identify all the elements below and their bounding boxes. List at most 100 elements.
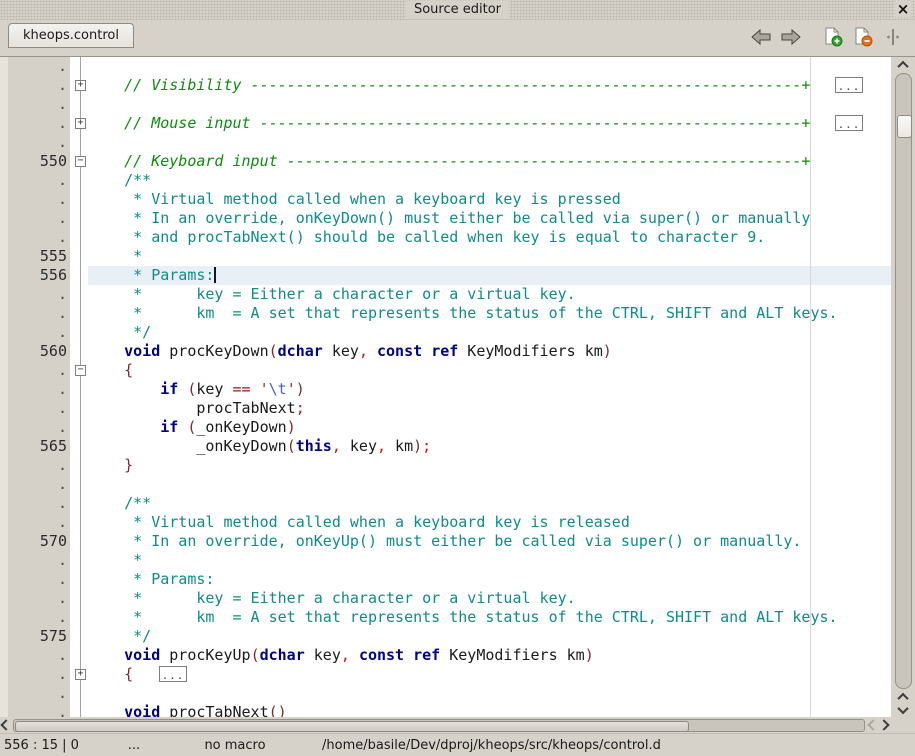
code-token: procTabNext	[88, 399, 296, 417]
scroll-right-button[interactable]	[878, 721, 889, 729]
vertical-scrollbar-track[interactable]	[895, 73, 912, 689]
code-text[interactable]: * Params:	[88, 266, 891, 285]
code-token: // Mouse input -------------------------…	[88, 114, 810, 132]
collapsed-fold-ellipsis[interactable]: ...	[835, 115, 863, 131]
horizontal-scrollbar-track[interactable]	[13, 719, 865, 732]
fold-gutter: +	[70, 665, 88, 684]
code-line: . * and procTabNext() should be called w…	[0, 228, 891, 247]
scroll-left-button[interactable]	[0, 721, 11, 729]
next-source-button[interactable]	[779, 26, 803, 48]
code-text[interactable]: // Mouse input -------------------------…	[88, 114, 891, 133]
fold-gutter	[70, 494, 88, 513]
fold-expand-icon[interactable]: +	[75, 80, 86, 91]
code-token	[88, 646, 124, 664]
code-text[interactable]: /**	[88, 494, 891, 513]
close-document-button[interactable]	[851, 26, 875, 48]
code-text[interactable]: * km = A set that represents the status …	[88, 608, 891, 627]
code-text[interactable]	[88, 133, 891, 152]
code-token: (	[269, 342, 278, 360]
code-text[interactable]: * and procTabNext() should be called whe…	[88, 228, 891, 247]
tab-kheops-control[interactable]: kheops.control	[8, 23, 134, 48]
code-token: * In an override, onKeyUp() must either …	[88, 532, 801, 550]
fold-gutter	[70, 133, 88, 152]
line-number-dot: .	[8, 190, 70, 209]
code-text[interactable]: * Params:	[88, 570, 891, 589]
code-text[interactable]: /**	[88, 171, 891, 190]
code-token: _onKeyDown	[88, 437, 287, 455]
code-token: (	[251, 646, 260, 664]
code-text[interactable]: * key = Either a character or a virtual …	[88, 589, 891, 608]
code-text[interactable]: void procTabNext()	[88, 703, 891, 717]
code-token	[350, 646, 359, 664]
code-line: 560 void procKeyDown(dchar key, const re…	[0, 342, 891, 361]
gutter-edge	[0, 190, 8, 209]
split-view-button[interactable]	[885, 26, 901, 48]
back-arrow-icon	[751, 29, 771, 45]
code-text[interactable]: if (_onKeyDown)	[88, 418, 891, 437]
code-token	[368, 342, 377, 360]
code-text[interactable]: // Keyboard input ----------------------…	[88, 152, 891, 171]
code-text[interactable]: void procKeyUp(dchar key, const ref KeyM…	[88, 646, 891, 665]
code-token: dchar	[260, 646, 305, 664]
horizontal-scrollbar-thumb[interactable]	[15, 721, 689, 732]
fold-collapse-icon[interactable]: −	[75, 156, 86, 167]
fold-expand-icon[interactable]: +	[75, 669, 86, 680]
code-text[interactable]: */	[88, 627, 891, 646]
collapsed-fold-ellipsis[interactable]: ...	[835, 77, 863, 93]
code-text[interactable]	[88, 475, 891, 494]
scroll-left-button-secondary[interactable]	[867, 721, 878, 729]
code-text[interactable]: * Virtual method called when a keyboard …	[88, 513, 891, 532]
code-line: . * Virtual method called when a keyboar…	[0, 190, 891, 209]
code-line: . procTabNext;	[0, 399, 891, 418]
code-text[interactable]	[88, 57, 891, 76]
code-text[interactable]: * Virtual method called when a keyboard …	[88, 190, 891, 209]
code-token: (	[287, 437, 296, 455]
code-text[interactable]	[88, 95, 891, 114]
code-text[interactable]: *	[88, 551, 891, 570]
code-token: * km = A set that represents the status …	[88, 608, 838, 626]
fold-gutter: −	[70, 152, 88, 171]
code-text[interactable]: *	[88, 247, 891, 266]
close-button[interactable]: ×	[895, 1, 911, 17]
code-text[interactable]: {	[88, 361, 891, 380]
code-text[interactable]: procTabNext;	[88, 399, 891, 418]
vertical-scrollbar[interactable]	[891, 57, 915, 717]
code-token: )	[585, 646, 594, 664]
code-text[interactable]: // Visibility --------------------------…	[88, 76, 891, 95]
code-text[interactable]: if (key == '\t')	[88, 380, 891, 399]
code-line: .+ // Mouse input ----------------------…	[0, 114, 891, 133]
horizontal-scrollbar[interactable]	[0, 717, 891, 733]
code-editor[interactable]: .. + // Visibility ----------------------…	[0, 57, 891, 717]
fold-gutter	[70, 266, 88, 285]
new-document-button[interactable]	[821, 26, 845, 48]
code-text[interactable]: * km = A set that represents the status …	[88, 304, 891, 323]
code-line: .	[0, 475, 891, 494]
code-token: ()	[269, 703, 287, 717]
scroll-up-button-secondary[interactable]	[891, 690, 915, 703]
gutter-edge	[0, 152, 8, 171]
scroll-up-button[interactable]	[891, 57, 915, 72]
fold-gutter	[70, 209, 88, 228]
new-document-icon	[823, 27, 843, 47]
collapsed-fold-ellipsis[interactable]: ...	[159, 666, 187, 682]
code-text[interactable]: void procKeyDown(dchar key, const ref Ke…	[88, 342, 891, 361]
fold-collapse-icon[interactable]: −	[75, 365, 86, 376]
code-text[interactable]: */	[88, 323, 891, 342]
code-text[interactable]: * key = Either a character or a virtual …	[88, 285, 891, 304]
line-number: 570	[8, 532, 70, 551]
scroll-down-button[interactable]	[891, 703, 915, 717]
code-text[interactable]: {...	[88, 665, 891, 684]
code-text[interactable]: }	[88, 456, 891, 475]
vertical-scrollbar-thumb[interactable]	[897, 115, 912, 138]
code-text[interactable]: * In an override, onKeyDown() must eithe…	[88, 209, 891, 228]
code-text[interactable]: _onKeyDown(this, key, km);	[88, 437, 891, 456]
code-token: *	[88, 247, 142, 265]
line-number-dot: .	[8, 551, 70, 570]
previous-source-button[interactable]	[749, 26, 773, 48]
title-bar[interactable]: Source editor ×	[0, 0, 915, 20]
code-token: /**	[88, 171, 151, 189]
fold-expand-icon[interactable]: +	[75, 118, 86, 129]
code-text[interactable]: * In an override, onKeyUp() must either …	[88, 532, 891, 551]
code-text[interactable]	[88, 684, 891, 703]
line-number-dot: .	[8, 646, 70, 665]
